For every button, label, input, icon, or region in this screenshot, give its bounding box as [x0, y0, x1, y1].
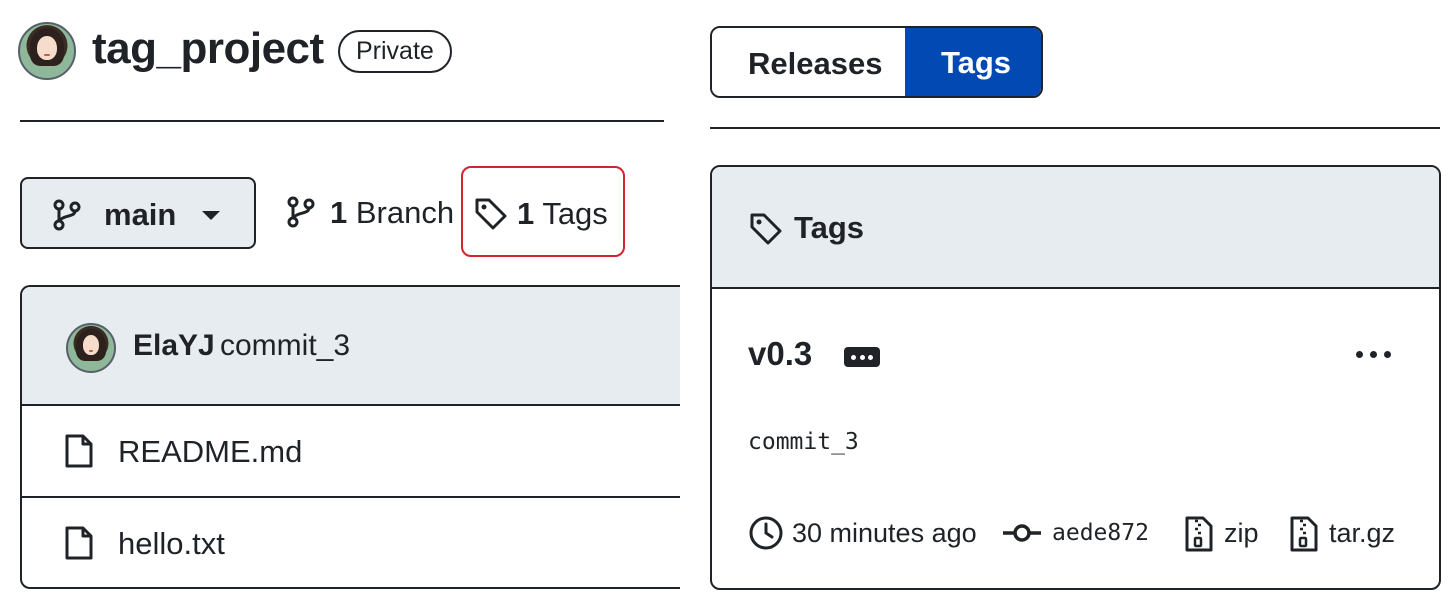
list-item[interactable]: README.md — [22, 406, 680, 498]
tag-icon — [475, 198, 507, 230]
chevron-down-icon — [202, 211, 220, 220]
clock-icon — [749, 516, 783, 550]
avatar[interactable] — [66, 323, 116, 373]
branch-count-label: Branch — [355, 195, 455, 230]
commit-sha: aede872 — [1052, 520, 1149, 546]
commit-author[interactable]: ElaYJ — [133, 329, 215, 363]
more-options-icon[interactable] — [1352, 341, 1396, 367]
tags-panel-title: Tags — [794, 210, 865, 245]
expand-commit-button[interactable] — [844, 347, 880, 367]
file-icon — [65, 434, 93, 468]
tag-icon — [750, 213, 782, 245]
file-name[interactable]: hello.txt — [118, 526, 225, 562]
current-branch-label: main — [104, 197, 177, 232]
tag-time-text: 30 minutes ago — [792, 518, 977, 548]
tab-releases[interactable]: Releases — [712, 28, 905, 96]
tab-tags[interactable]: Tags — [905, 28, 1041, 96]
latest-commit-bar: ElaYJ commit_3 — [22, 287, 680, 406]
branch-select-button[interactable]: main — [20, 177, 256, 249]
file-name[interactable]: README.md — [118, 434, 302, 470]
branch-count: 1 — [330, 195, 348, 230]
tags-link[interactable]: 1 Tags — [461, 166, 625, 257]
file-zip-icon — [1185, 516, 1213, 552]
tag-count: 1 — [517, 196, 535, 231]
file-list: ElaYJ commit_3 README.md hello.txt — [20, 285, 680, 589]
git-branch-icon — [53, 199, 81, 231]
tag-commit-message: commit_3 — [748, 429, 859, 455]
tags-panel: Tags v0.3 commit_3 30 minutes ago aede87… — [710, 165, 1441, 590]
file-icon — [65, 526, 93, 560]
repo-title[interactable]: tag_project — [92, 24, 324, 74]
releases-tags-switch: Releases Tags — [710, 26, 1043, 98]
tags-panel-header: Tags — [712, 167, 1439, 289]
tab-tags-label: Tags — [941, 45, 1012, 80]
divider — [710, 127, 1440, 129]
file-zip-icon — [1290, 516, 1318, 552]
commit-message[interactable]: commit_3 — [220, 329, 350, 363]
git-branch-icon — [287, 196, 315, 228]
git-commit-icon — [1003, 524, 1041, 542]
zip-label: zip — [1224, 518, 1259, 548]
tag-name-link[interactable]: v0.3 — [748, 335, 812, 373]
tab-releases-label: Releases — [748, 46, 883, 81]
divider — [20, 120, 664, 122]
repo-owner-avatar[interactable] — [18, 22, 76, 80]
tag-count-label: Tags — [542, 196, 608, 231]
tar-label: tar.gz — [1329, 518, 1396, 548]
visibility-badge: Private — [338, 30, 452, 73]
list-item[interactable]: hello.txt — [22, 498, 680, 587]
